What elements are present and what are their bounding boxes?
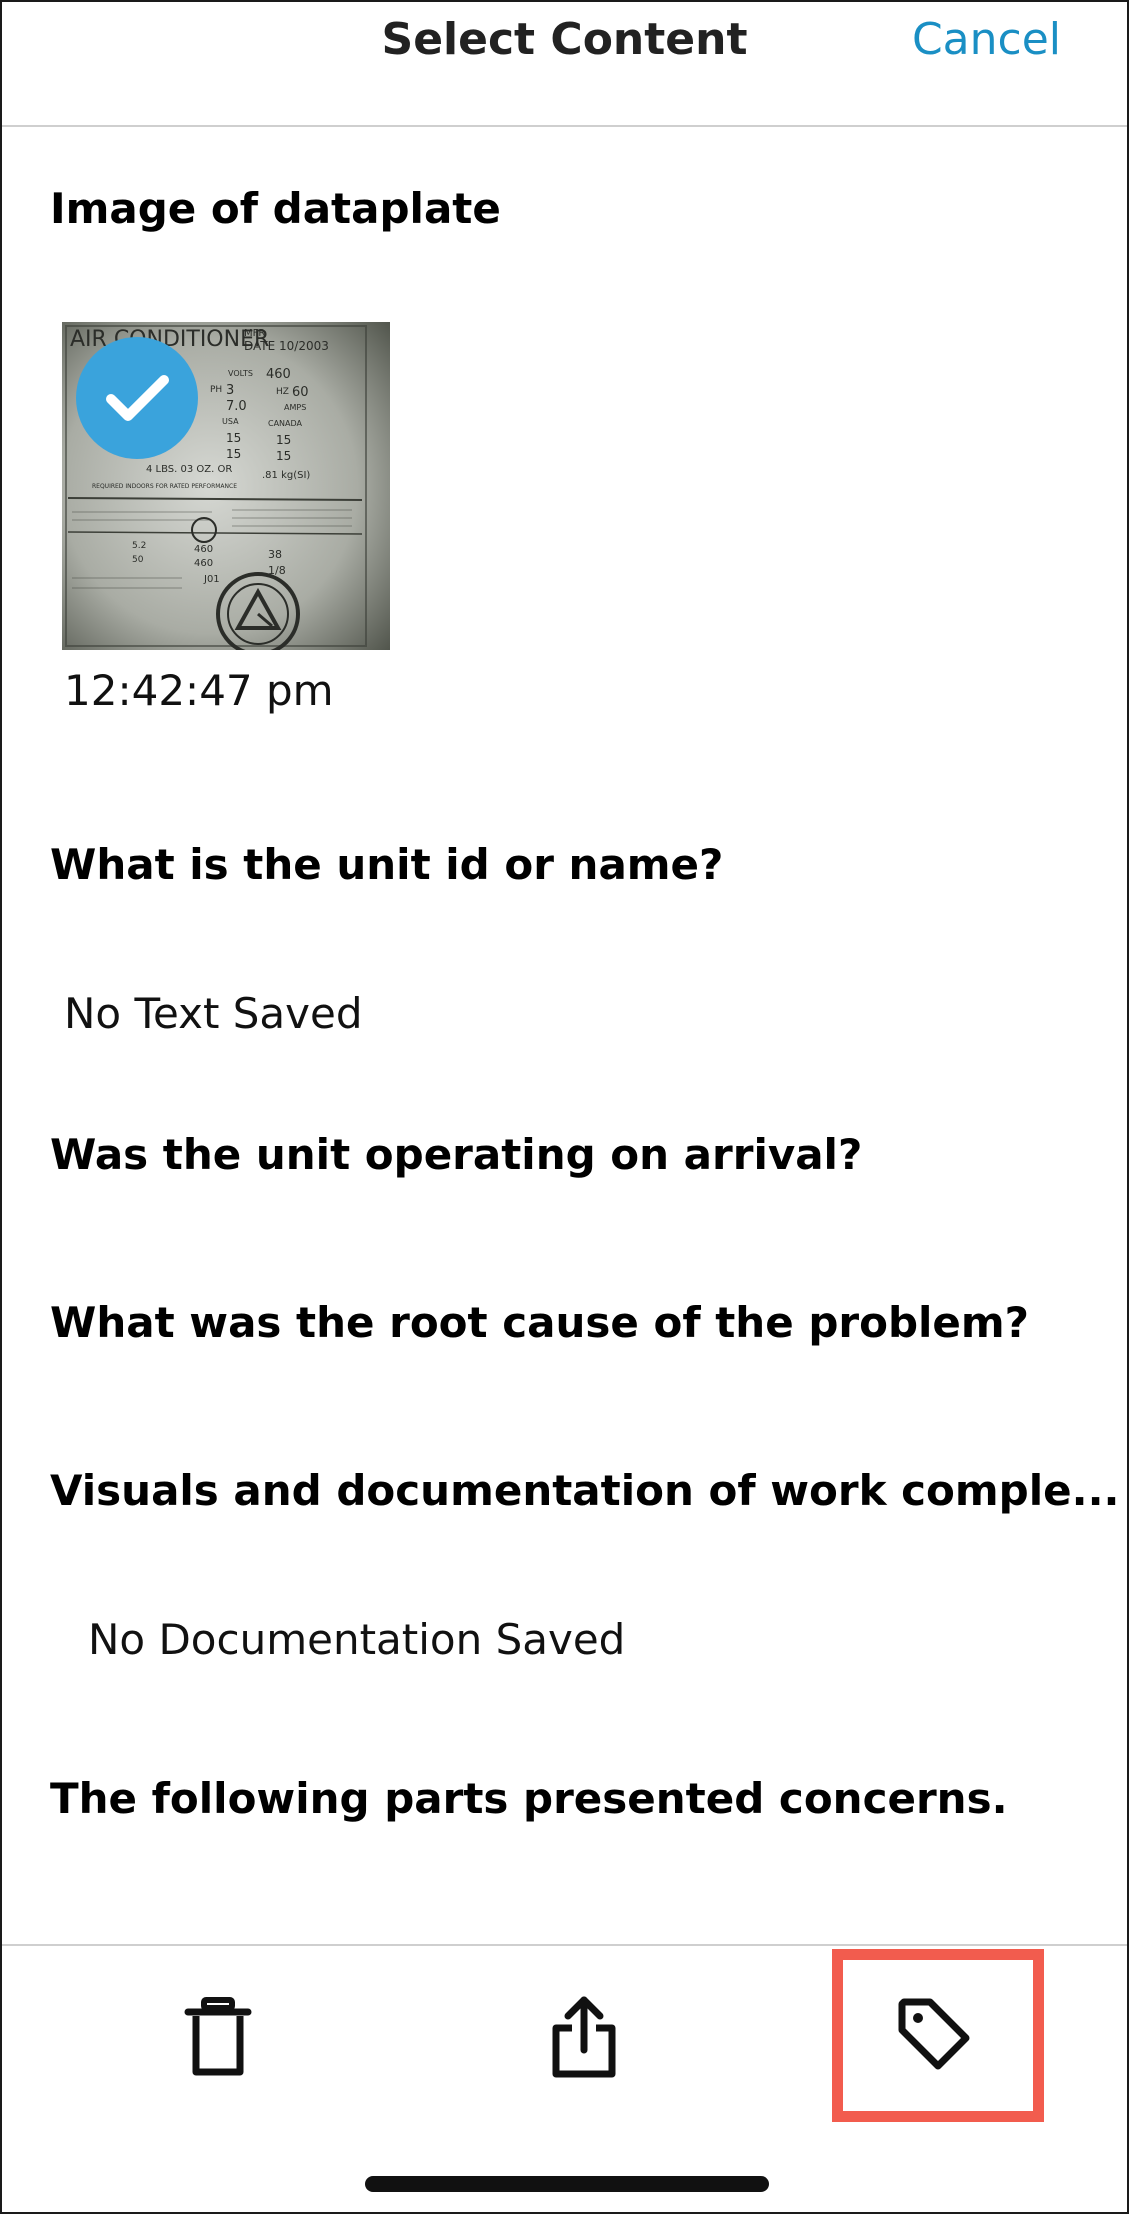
svg-text:460: 460: [194, 544, 213, 555]
root-cause-heading: What was the root cause of the problem?: [50, 1298, 1030, 1347]
parts-heading: The following parts presented concerns.: [50, 1774, 1008, 1823]
svg-text:MFR: MFR: [244, 328, 265, 339]
svg-text:USA: USA: [222, 417, 239, 426]
svg-text:15: 15: [226, 447, 241, 461]
svg-text:DATE 10/2003: DATE 10/2003: [244, 339, 329, 353]
svg-text:.81 kg(SI): .81 kg(SI): [262, 470, 310, 481]
svg-text:60: 60: [292, 385, 309, 400]
header-bar: Select Content Cancel: [2, 2, 1127, 127]
svg-text:50: 50: [132, 555, 144, 565]
svg-text:4 LBS. 03 OZ. OR: 4 LBS. 03 OZ. OR: [146, 464, 232, 475]
svg-text:15: 15: [226, 431, 241, 445]
svg-text:REQUIRED INDOORS FOR RATED PER: REQUIRED INDOORS FOR RATED PERFORMANCE: [92, 483, 237, 490]
selected-check-badge: [76, 337, 198, 459]
trash-icon: [184, 1997, 252, 2076]
svg-text:J01: J01: [203, 574, 220, 585]
svg-text:AMPS: AMPS: [284, 403, 306, 412]
svg-text:HZ: HZ: [276, 387, 289, 397]
svg-text:VOLTS: VOLTS: [228, 369, 253, 378]
share-icon: [552, 1996, 616, 2078]
select-content-screen: Select Content Cancel Image of dataplate…: [0, 0, 1129, 2214]
delete-button[interactable]: [182, 1994, 254, 2080]
unit-id-value: No Text Saved: [64, 989, 363, 1038]
cancel-button[interactable]: Cancel: [912, 14, 1061, 65]
home-indicator: [365, 2176, 769, 2192]
visuals-value: No Documentation Saved: [88, 1615, 626, 1664]
dataplate-heading: Image of dataplate: [50, 184, 501, 233]
svg-text:7.0: 7.0: [226, 399, 247, 414]
photo-timestamp: 12:42:47 pm: [64, 666, 334, 715]
svg-text:15: 15: [276, 449, 291, 463]
unit-id-heading: What is the unit id or name?: [50, 840, 724, 889]
svg-text:PH: PH: [210, 385, 222, 395]
svg-text:38: 38: [268, 548, 282, 561]
visuals-heading: Visuals and documentation of work comple…: [50, 1466, 1120, 1515]
share-button[interactable]: [546, 1992, 622, 2082]
svg-text:460: 460: [194, 558, 213, 569]
svg-text:15: 15: [276, 433, 291, 447]
checkmark-icon: [106, 375, 169, 421]
svg-text:3: 3: [226, 383, 234, 398]
svg-text:5.2: 5.2: [132, 541, 146, 551]
svg-text:460: 460: [266, 367, 291, 382]
operating-heading: Was the unit operating on arrival?: [50, 1130, 863, 1179]
tag-button-highlight: [832, 1949, 1044, 2122]
svg-text:CANADA: CANADA: [268, 419, 303, 428]
dataplate-photo-thumbnail[interactable]: AIR CONDITIONER MFR DATE 10/2003 VOLTS 4…: [62, 322, 390, 650]
